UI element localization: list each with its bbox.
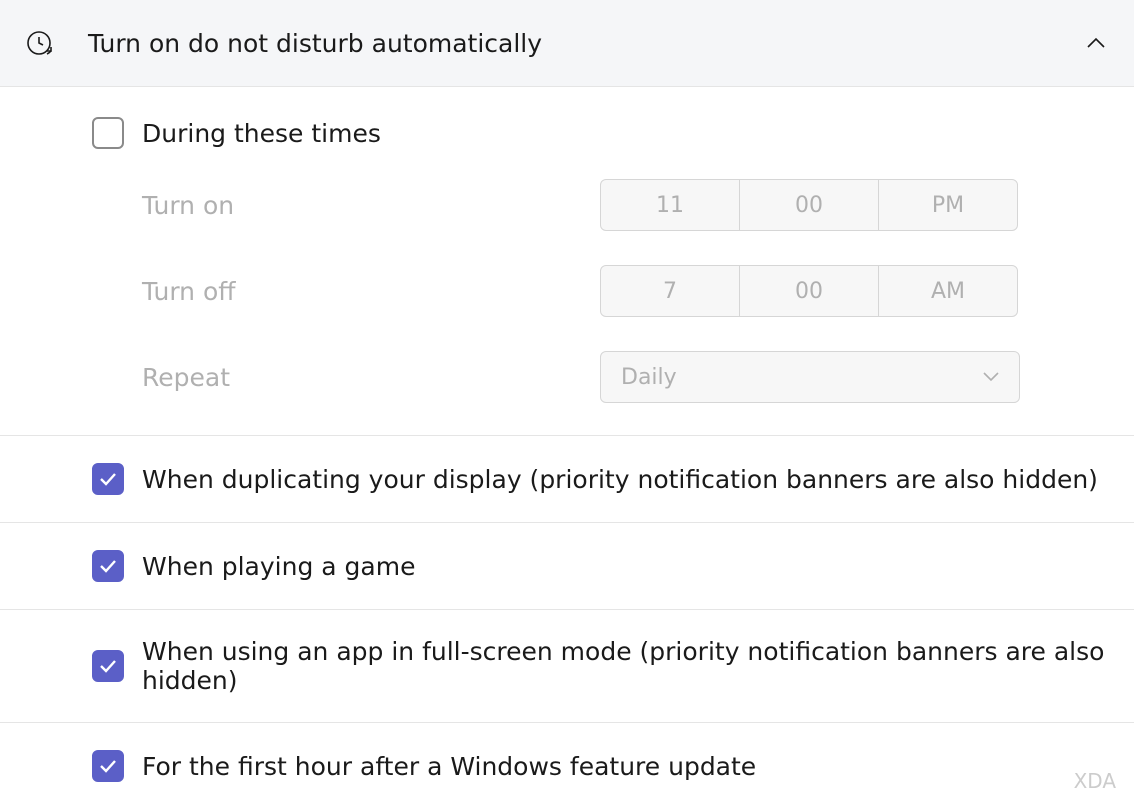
option-checkbox-feature-update[interactable] [92,750,124,782]
during-times-label: During these times [142,119,381,148]
header-title: Turn on do not disturb automatically [88,29,1082,58]
option-label: For the first hour after a Windows featu… [142,752,756,781]
repeat-value: Daily [621,365,677,390]
turn-on-minute-input[interactable]: 00 [739,179,879,231]
option-row-duplicate-display: When duplicating your display (priority … [0,436,1134,523]
turn-on-period-input[interactable]: PM [878,179,1018,231]
option-checkbox-duplicate-display[interactable] [92,463,124,495]
repeat-select[interactable]: Daily [600,351,1020,403]
chevron-down-icon [983,372,999,382]
turn-off-hour-input[interactable]: 7 [600,265,740,317]
during-times-checkbox[interactable] [92,117,124,149]
turn-off-label: Turn off [142,277,600,306]
during-times-section: During these times Turn on 11 00 PM Turn… [0,87,1134,436]
option-label: When duplicating your display (priority … [142,465,1098,494]
turn-off-period-input[interactable]: AM [878,265,1018,317]
section-header[interactable]: Turn on do not disturb automatically [0,0,1134,87]
turn-off-minute-input[interactable]: 00 [739,265,879,317]
option-row-feature-update: For the first hour after a Windows featu… [0,723,1134,809]
option-row-fullscreen-app: When using an app in full-screen mode (p… [0,610,1134,723]
option-checkbox-fullscreen-app[interactable] [92,650,124,682]
option-checkbox-playing-game[interactable] [92,550,124,582]
option-label: When playing a game [142,552,415,581]
turn-on-hour-input[interactable]: 11 [600,179,740,231]
repeat-label: Repeat [142,363,600,392]
turn-on-label: Turn on [142,191,600,220]
option-label: When using an app in full-screen mode (p… [142,637,1134,695]
option-row-playing-game: When playing a game [0,523,1134,610]
chevron-up-icon[interactable] [1082,29,1110,57]
clock-arrow-icon [24,28,54,58]
content-area: During these times Turn on 11 00 PM Turn… [0,87,1134,809]
